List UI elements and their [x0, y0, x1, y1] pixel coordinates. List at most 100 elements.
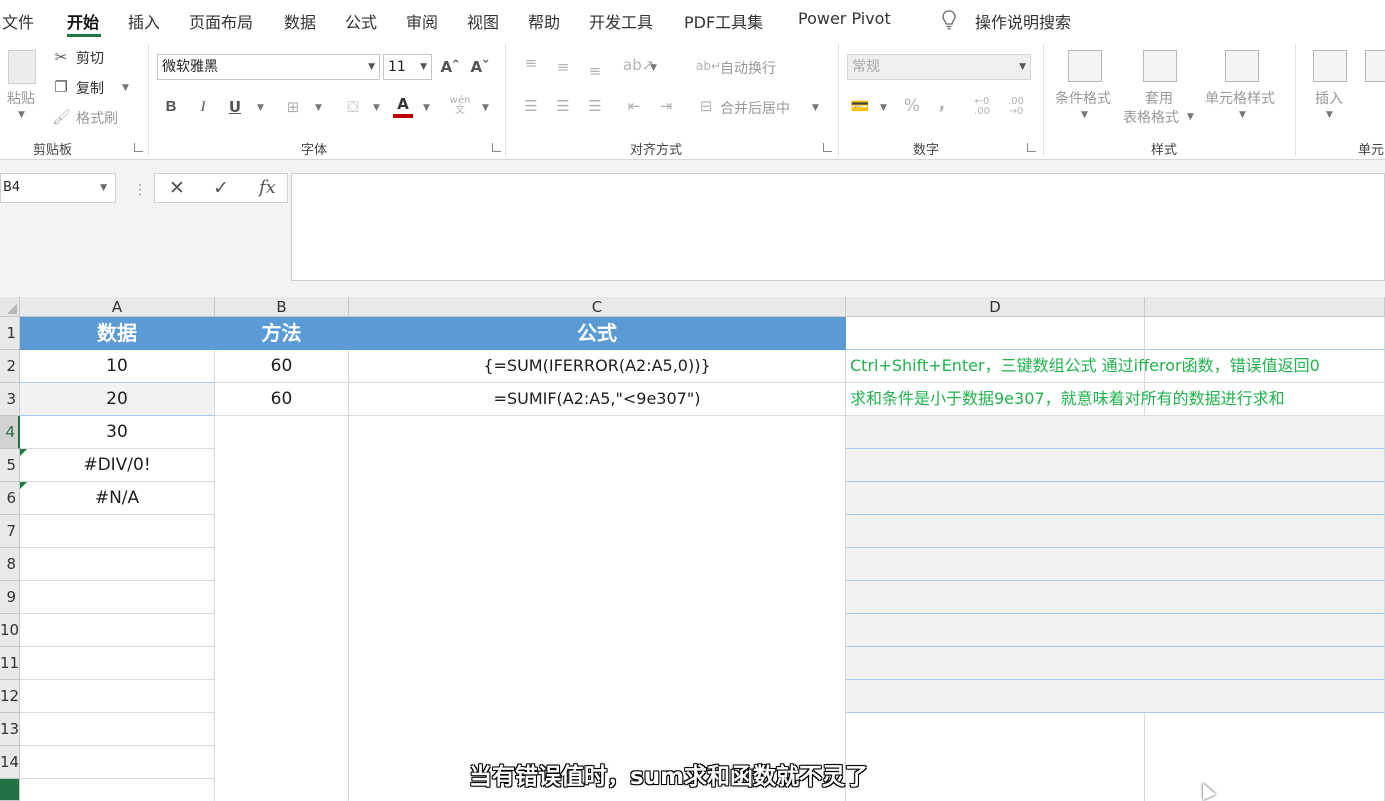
- fill-color-icon[interactable]: ⛋: [343, 98, 363, 116]
- cell-d8[interactable]: [846, 548, 1385, 581]
- cell-c2[interactable]: {=SUM(IFERROR(A2:A5,0))}: [349, 350, 846, 383]
- cell-c3[interactable]: =SUMIF(A2:A5,"<9e307"): [349, 383, 846, 416]
- cell-a12[interactable]: [20, 680, 215, 713]
- merge-dropdown-icon[interactable]: ▼: [812, 103, 819, 113]
- menu-formulas[interactable]: 公式: [345, 9, 377, 33]
- cell-d4[interactable]: [846, 416, 1385, 449]
- row-header[interactable]: 8: [0, 548, 20, 581]
- align-left-icon[interactable]: ☰: [520, 97, 542, 115]
- row-header[interactable]: 14: [0, 746, 20, 779]
- cells-column-e-empty[interactable]: [1145, 713, 1385, 801]
- orientation-icon[interactable]: ab↗: [623, 56, 654, 74]
- cancel-icon[interactable]: ✕: [169, 177, 185, 199]
- cell-d9[interactable]: [846, 581, 1385, 614]
- cell-d7[interactable]: [846, 515, 1385, 548]
- formula-bar-grip-icon[interactable]: ⋮: [133, 182, 147, 198]
- insert-cells-icon[interactable]: [1313, 50, 1347, 82]
- fill-color-dropdown-icon[interactable]: ▼: [373, 103, 380, 113]
- column-header-a[interactable]: A: [20, 297, 215, 317]
- cell-d5[interactable]: [846, 449, 1385, 482]
- borders-icon[interactable]: ⊞: [283, 98, 303, 116]
- increase-decimal-icon[interactable]: ←0.00: [970, 97, 994, 117]
- conditional-formatting-icon[interactable]: [1068, 50, 1102, 82]
- number-format-select[interactable]: 常规 ▼: [847, 54, 1031, 80]
- align-right-icon[interactable]: ☰: [584, 97, 606, 115]
- cell-a5[interactable]: #DIV/0!: [20, 449, 215, 482]
- decrease-font-icon[interactable]: Aˇ: [470, 58, 490, 76]
- row-header[interactable]: 2: [0, 350, 20, 383]
- row-header-selected[interactable]: 4: [0, 416, 20, 449]
- align-bottom-icon[interactable]: ≡: [584, 62, 606, 80]
- insert-function-icon[interactable]: fx: [259, 177, 276, 198]
- font-name-select[interactable]: 微软雅黑 ▼: [157, 54, 380, 80]
- cell-a9[interactable]: [20, 581, 215, 614]
- formula-input[interactable]: [291, 173, 1385, 281]
- paste-dropdown-icon[interactable]: ▼: [18, 110, 25, 120]
- error-indicator-icon[interactable]: [20, 449, 27, 456]
- paste-icon[interactable]: [8, 50, 36, 84]
- cell-a3[interactable]: 20: [20, 383, 215, 416]
- font-color-icon[interactable]: A: [393, 95, 413, 113]
- menu-developer[interactable]: 开发工具: [589, 9, 653, 33]
- decrease-indent-icon[interactable]: ⇤: [623, 97, 645, 115]
- cell-b2[interactable]: 60: [215, 350, 349, 383]
- cell-d6[interactable]: [846, 482, 1385, 515]
- menu-page-layout[interactable]: 页面布局: [189, 9, 253, 33]
- select-all-button[interactable]: [0, 297, 20, 317]
- tell-me-search[interactable]: 操作说明搜索: [975, 9, 1071, 33]
- cell-a13[interactable]: [20, 713, 215, 746]
- cell-styles-dropdown-icon[interactable]: ▼: [1239, 110, 1246, 120]
- format-as-table-icon[interactable]: [1143, 50, 1177, 82]
- cell-b1[interactable]: 方法: [215, 317, 349, 350]
- copy-button[interactable]: 复制: [76, 78, 104, 98]
- clipboard-launcher-icon[interactable]: [134, 143, 143, 152]
- menu-home[interactable]: 开始: [67, 9, 99, 33]
- cell-a6[interactable]: #N/A: [20, 482, 215, 515]
- comma-style-button[interactable]: ,: [934, 95, 950, 113]
- menu-pdf-tools[interactable]: PDF工具集: [684, 9, 763, 33]
- row-header[interactable]: 7: [0, 515, 20, 548]
- column-header-b[interactable]: B: [215, 297, 349, 317]
- align-center-icon[interactable]: ☰: [552, 97, 574, 115]
- cell-a8[interactable]: [20, 548, 215, 581]
- insert-cells-button[interactable]: 插入: [1315, 88, 1343, 108]
- row-header[interactable]: 6: [0, 482, 20, 515]
- cell-a10[interactable]: [20, 614, 215, 647]
- menu-review[interactable]: 审阅: [406, 9, 438, 33]
- conditional-formatting-button[interactable]: 条件格式: [1055, 88, 1111, 108]
- merge-center-icon[interactable]: ⊟: [696, 97, 716, 115]
- cell-a11[interactable]: [20, 647, 215, 680]
- row-header[interactable]: 12: [0, 680, 20, 713]
- row-header[interactable]: 3: [0, 383, 20, 416]
- cell-a15[interactable]: [20, 779, 215, 801]
- wrap-text-button[interactable]: 自动换行: [720, 58, 776, 78]
- cell-d11[interactable]: [846, 647, 1385, 680]
- number-launcher-icon[interactable]: [1027, 143, 1036, 152]
- cut-button[interactable]: 剪切: [76, 48, 104, 68]
- font-color-dropdown-icon[interactable]: ▼: [423, 103, 430, 113]
- borders-dropdown-icon[interactable]: ▼: [315, 103, 322, 113]
- error-indicator-icon[interactable]: [20, 482, 27, 489]
- percent-style-button[interactable]: %: [902, 97, 922, 115]
- cells-column-d-empty[interactable]: [846, 713, 1145, 801]
- accounting-dropdown-icon[interactable]: ▼: [880, 103, 887, 113]
- align-top-icon[interactable]: ≡: [520, 54, 542, 72]
- row-header[interactable]: 1: [0, 317, 20, 350]
- format-as-table-label-1[interactable]: 套用: [1145, 88, 1173, 108]
- accounting-format-icon[interactable]: 💳: [849, 97, 871, 115]
- increase-font-icon[interactable]: Aˆ: [440, 58, 460, 76]
- bold-button[interactable]: B: [162, 98, 180, 116]
- copy-dropdown-icon[interactable]: ▼: [122, 83, 129, 93]
- alignment-launcher-icon[interactable]: [823, 143, 832, 152]
- row-header-partial[interactable]: [0, 779, 20, 801]
- cells-column-c-empty[interactable]: [349, 416, 846, 801]
- row-header[interactable]: 9: [0, 581, 20, 614]
- format-painter-button[interactable]: 格式刷: [76, 108, 118, 128]
- row-header[interactable]: 10: [0, 614, 20, 647]
- cell-e1[interactable]: [1145, 317, 1385, 350]
- decrease-decimal-icon[interactable]: .00 →0: [1004, 97, 1028, 117]
- phonetic-dropdown-icon[interactable]: ▼: [482, 103, 489, 113]
- italic-button[interactable]: I: [194, 98, 212, 116]
- enter-icon[interactable]: ✓: [213, 177, 229, 199]
- menu-power-pivot[interactable]: Power Pivot: [798, 9, 891, 28]
